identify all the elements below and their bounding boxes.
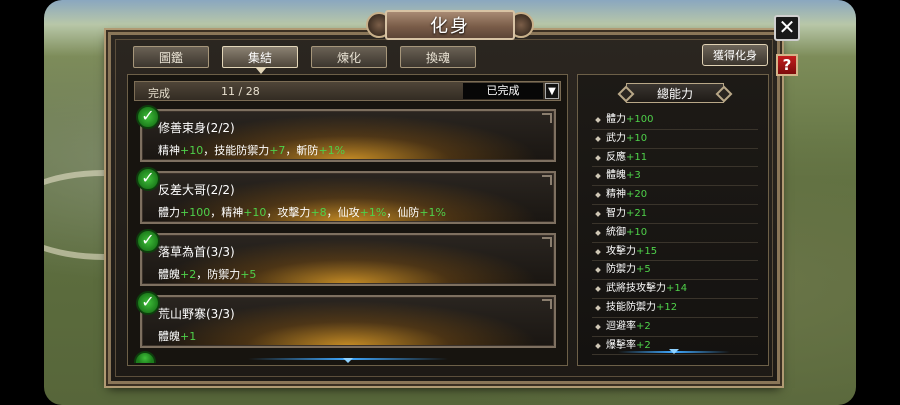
help-button[interactable]: ? xyxy=(776,54,798,76)
check-icon: ✓ xyxy=(136,291,160,315)
tab-collection[interactable]: 集結 xyxy=(222,46,298,74)
attribute-row: 體力+100 xyxy=(592,111,758,130)
total-ability-panel: 總能力 體力+100 武力+10 反應+11 體魄+3 精神+20 智力+21 … xyxy=(577,74,769,366)
card-corner xyxy=(542,113,552,123)
status-filter-select[interactable]: 已完成 xyxy=(463,83,543,99)
collection-stats: 體力+100，精神+10，攻擊力+8，仙攻+1%，仙防+1% xyxy=(158,206,446,219)
tab-bar: 圖鑑 集結 煉化 換魂 xyxy=(133,46,476,74)
card-corner xyxy=(542,175,552,185)
collection-card[interactable]: ✓ 荒山野寨(3/3) 體魄+1 xyxy=(136,291,556,348)
collection-name: 反差大哥(2/2) xyxy=(158,183,235,197)
attribute-row: 統御+10 xyxy=(592,224,758,243)
progress-count: 11 / 28 xyxy=(221,85,260,98)
attribute-row: 攻擊力+15 xyxy=(592,243,758,262)
attribute-list: 體力+100 武力+10 反應+11 體魄+3 精神+20 智力+21 統御+1… xyxy=(592,111,758,356)
scroll-down-icon[interactable] xyxy=(669,349,679,354)
collection-stats: 精神+10，技能防禦力+7，斬防+1% xyxy=(158,144,346,157)
attribute-row: 武將技攻擊力+14 xyxy=(592,280,758,299)
attribute-row: 武力+10 xyxy=(592,130,758,149)
card-corner xyxy=(542,237,552,247)
collection-stats: 體魄+2，防禦力+5 xyxy=(158,268,257,281)
attribute-row: 反應+11 xyxy=(592,149,758,168)
tab-refine[interactable]: 煉化 xyxy=(311,46,387,68)
collection-name: 荒山野寨(3/3) xyxy=(158,307,235,321)
check-icon xyxy=(134,351,156,363)
collection-card[interactable]: ✓ 修善束身(2/2) 精神+10，技能防禦力+7，斬防+1% xyxy=(136,105,556,162)
collection-card[interactable]: ✓ 反差大哥(2/2) 體力+100，精神+10，攻擊力+8，仙攻+1%，仙防+… xyxy=(136,167,556,224)
collection-name: 修善束身(2/2) xyxy=(158,121,235,135)
check-icon: ✓ xyxy=(136,167,160,191)
scroll-down-icon[interactable] xyxy=(343,358,353,363)
progress-label: 完成 xyxy=(148,87,170,100)
total-ability-title: 總能力 xyxy=(626,83,724,103)
window-title: 化身 xyxy=(385,10,515,40)
attribute-row: 精神+20 xyxy=(592,186,758,205)
collection-panel: 完成 11 / 28 已完成 ▼ ✓ 修善束身(2/2) 精神+10，技能防禦力… xyxy=(127,74,568,366)
tab-gallery[interactable]: 圖鑑 xyxy=(133,46,209,68)
triangle-down-icon[interactable]: ▼ xyxy=(545,83,559,99)
attribute-row: 技能防禦力+12 xyxy=(592,299,758,318)
collection-name: 落草為首(3/3) xyxy=(158,245,235,259)
attribute-row: 體魄+3 xyxy=(592,167,758,187)
attribute-row: 防禦力+5 xyxy=(592,261,758,281)
filter-bar: 完成 11 / 28 已完成 ▼ xyxy=(134,81,561,101)
tab-soul-swap[interactable]: 換魂 xyxy=(400,46,476,68)
attribute-row: 智力+21 xyxy=(592,205,758,224)
check-icon: ✓ xyxy=(136,105,160,129)
close-button[interactable]: ✕ xyxy=(774,15,800,41)
attribute-row: 迴避率+2 xyxy=(592,318,758,337)
collection-stats: 體魄+1 xyxy=(158,330,197,343)
card-corner xyxy=(542,299,552,309)
check-icon: ✓ xyxy=(136,229,160,253)
collection-card[interactable]: ✓ 落草為首(3/3) 體魄+2，防禦力+5 xyxy=(136,229,556,286)
obtain-avatar-button[interactable]: 獲得化身 xyxy=(702,44,768,66)
